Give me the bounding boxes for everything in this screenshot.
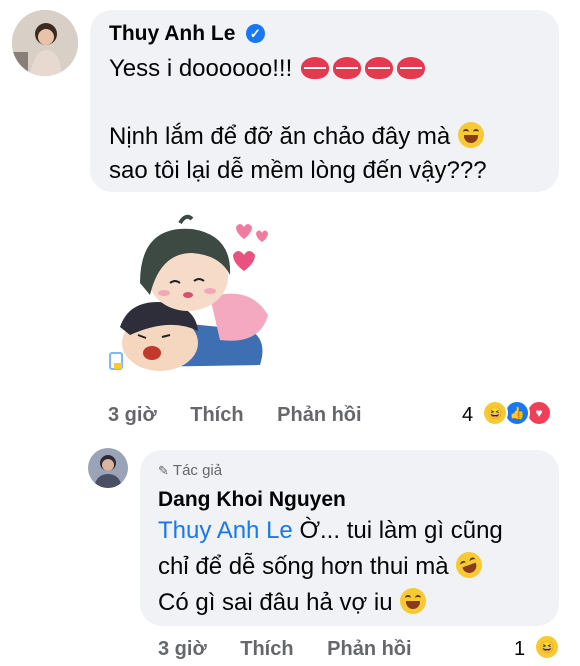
comment-bubble: Thuy Anh Le ✓ Yess i doooooo!!! Nịnh lắm… [90,10,559,192]
comment-text-line: Yess i doooooo!!! [109,52,427,86]
avatar-photo [88,448,128,488]
kiss-emoji-icon [396,57,425,79]
laughing-emoji-icon [400,588,427,614]
haha-reaction-icon: 😆 [534,634,560,660]
comment-text: chỉ để dễ sống hơn thui mà [158,553,449,580]
verified-badge-icon: ✓ [245,24,265,43]
avatar-photo [12,10,78,76]
comment-text: Yess i doooooo!!! [109,55,293,82]
comment-text: Có gì sai đâu hả vợ iu [158,589,393,616]
comment-text: sao tôi lại dễ mềm lòng đến vậy??? [109,157,487,184]
comment-text-line: sao tôi lại dễ mềm lòng đến vậy??? [109,154,487,188]
comment-text: Nịnh lắm để đỡ ăn chảo đây mà [109,123,451,150]
author-badge: ✎ Tác giả [158,462,222,479]
rofl-emoji-icon [452,548,486,582]
comment-bubble: ✎ Tác giả Dang Khoi Nguyen Thuy Anh Le Ờ.… [140,450,559,626]
comment-time[interactable]: 3 giờ [158,638,207,660]
comment-author-row: Thuy Anh Le ✓ [109,22,265,46]
kiss-emoji-icon [364,57,393,79]
laughing-emoji-icon [457,122,484,148]
mention-link[interactable]: Thuy Anh Le [158,517,293,544]
comment-text-line: Thuy Anh Le Ờ... tui làm gì cũng [158,514,503,548]
comment-actions: 3 giờ Thích Phản hồi [108,404,390,427]
reply-button[interactable]: Phản hồi [277,404,361,426]
reply-button[interactable]: Phản hồi [327,638,411,660]
comment-text-line: Nịnh lắm để đỡ ăn chảo đây mà [109,120,485,154]
haha-reaction-icon: 😆 [482,400,508,426]
comment-time[interactable]: 3 giờ [108,404,157,426]
avatar[interactable] [12,10,78,76]
sticker-image[interactable] [100,205,280,375]
comment-text-line: chỉ để dễ sống hơn thui mà [158,548,486,584]
comment-author[interactable]: Thuy Anh Le [109,22,235,45]
like-button[interactable]: Thích [190,404,243,426]
avatar[interactable] [88,448,128,488]
reaction-count[interactable]: 4 [462,404,473,427]
comment-text-line: Có gì sai đâu hả vợ iu [158,586,427,620]
reaction-count[interactable]: 1 [514,638,525,661]
comment-actions: 3 giờ Thích Phản hồi [158,638,440,661]
author-badge-label: Tác giả [172,462,223,479]
kiss-emoji-icon [332,57,361,79]
like-button[interactable]: Thích [240,638,293,660]
pencil-icon: ✎ [158,463,169,478]
comment-text: Ờ... tui làm gì cũng [299,517,503,544]
kiss-emoji-icon [300,57,329,79]
comment-author[interactable]: Dang Khoi Nguyen [158,488,346,512]
